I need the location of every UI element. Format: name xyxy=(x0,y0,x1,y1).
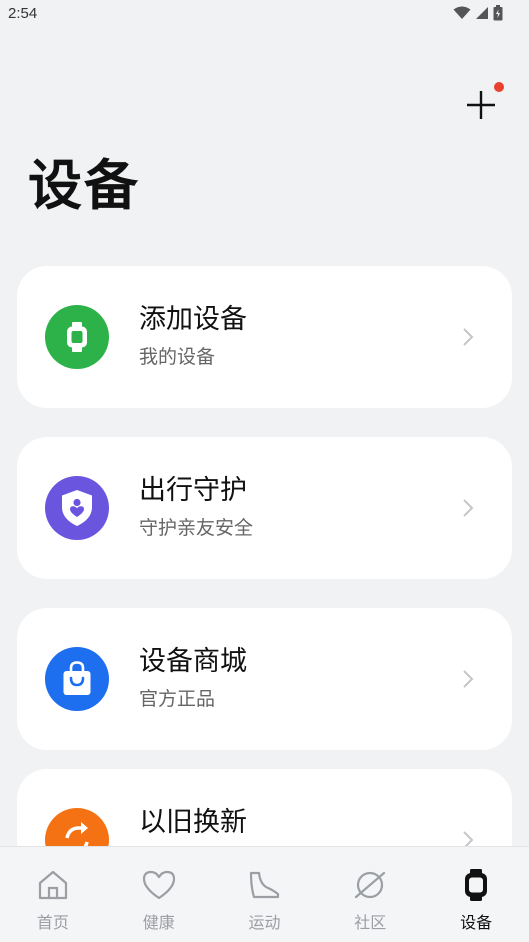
nav-item-exercise[interactable]: 运动 xyxy=(212,847,318,942)
shield-heart-icon xyxy=(62,490,92,526)
home-icon xyxy=(38,870,67,900)
nav-label: 健康 xyxy=(142,913,175,932)
notification-badge xyxy=(494,82,504,92)
card-device-store[interactable]: 设备商城 官方正品 xyxy=(17,608,512,750)
shopping-bag-icon xyxy=(63,661,91,695)
shoe-icon xyxy=(250,871,280,899)
status-bar: 2:54 xyxy=(0,0,529,28)
add-button[interactable] xyxy=(462,82,504,124)
heart-icon xyxy=(142,870,175,900)
card-title: 设备商城 xyxy=(139,646,247,677)
signal-icon xyxy=(476,7,488,19)
nav-item-home[interactable]: 首页 xyxy=(0,847,106,942)
nav-item-devices[interactable]: 设备 xyxy=(423,847,529,942)
page-title: 设备 xyxy=(28,154,140,217)
plus-icon xyxy=(467,91,495,119)
chevron-right-icon xyxy=(463,499,474,517)
chevron-right-icon xyxy=(463,328,474,346)
wifi-icon xyxy=(453,6,471,19)
chevron-right-icon xyxy=(463,670,474,688)
nav-label: 社区 xyxy=(354,913,387,932)
card-title: 出行守护 xyxy=(139,475,247,506)
planet-icon xyxy=(355,871,386,899)
device-store-icon-circle xyxy=(45,647,109,711)
card-subtitle: 官方正品 xyxy=(139,688,216,710)
watch-icon xyxy=(67,322,87,352)
bottom-nav: 首页 健康 运动 社区 设备 xyxy=(0,846,529,942)
card-title: 添加设备 xyxy=(139,304,247,335)
add-device-icon-circle xyxy=(45,305,109,369)
status-icons xyxy=(453,5,503,21)
card-subtitle: 守护亲友安全 xyxy=(139,517,254,539)
nav-label: 运动 xyxy=(248,913,281,932)
card-travel-guard[interactable]: 出行守护 守护亲友安全 xyxy=(17,437,512,579)
nav-item-health[interactable]: 健康 xyxy=(106,847,212,942)
nav-item-community[interactable]: 社区 xyxy=(317,847,423,942)
card-add-device[interactable]: 添加设备 我的设备 xyxy=(17,266,512,408)
battery-icon xyxy=(493,5,503,21)
status-time: 2:54 xyxy=(8,5,38,22)
nav-label: 设备 xyxy=(460,913,493,932)
card-title: 以旧换新 xyxy=(139,807,247,838)
nav-label: 首页 xyxy=(36,913,69,932)
travel-guard-icon-circle xyxy=(45,476,109,540)
watch-icon xyxy=(465,869,488,901)
card-subtitle: 我的设备 xyxy=(139,346,216,368)
